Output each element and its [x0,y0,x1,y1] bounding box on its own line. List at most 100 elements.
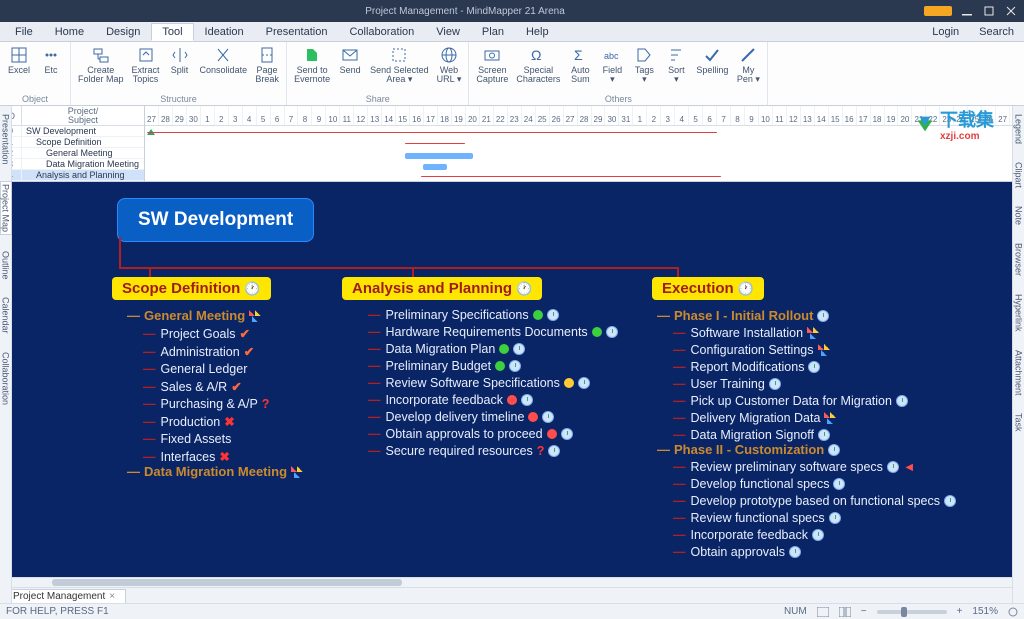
main-tab-ideation[interactable]: Ideation [194,23,255,41]
map-item[interactable]: —Administration ✔ [143,344,303,359]
document-tab[interactable]: Project Management× [2,589,126,603]
rail-outline[interactable]: Outline [1,249,11,282]
rail-hyperlink[interactable]: Hyperlink [1014,292,1024,334]
ribbon-send-selected[interactable]: Send Selected Area ▾ [367,44,432,87]
map-item[interactable]: —User Training [673,377,956,391]
main-tab-collaboration[interactable]: Collaboration [338,23,425,41]
main-tab-file[interactable]: File [4,23,44,41]
minimize-button[interactable] [960,4,974,18]
map-item[interactable]: —General Ledger [143,362,303,376]
rail-note[interactable]: Note [1014,204,1024,227]
map-item[interactable]: —Production ✖ [143,414,303,429]
ribbon-split[interactable]: Split [165,44,195,77]
rail-calendar[interactable]: Calendar [1,295,11,336]
map-item[interactable]: —Preliminary Specifications [368,308,618,322]
map-item[interactable]: —Secure required resources ? [368,444,618,458]
zoom-level[interactable]: 151% [972,606,998,617]
map-item[interactable]: —Develop prototype based on functional s… [673,494,956,508]
map-item[interactable]: —Data Migration Signoff [673,428,956,442]
map-item[interactable]: —Configuration Settings [673,343,956,357]
map-item[interactable]: —Software Installation [673,326,956,340]
branch-analysis-planning[interactable]: Analysis and Planning🕐 [342,277,542,300]
map-item[interactable]: —Delivery Migration Data [673,411,956,425]
ribbon-page-break[interactable]: Page Break [252,44,282,87]
root-node[interactable]: SW Development [117,198,314,242]
ribbon-my-pen[interactable]: My Pen ▾ [733,44,763,87]
ribbon-excel[interactable]: Excel [4,44,34,77]
map-item[interactable]: —Obtain approvals [673,545,956,559]
main-tab-tool[interactable]: Tool [151,23,193,41]
main-tab-presentation[interactable]: Presentation [255,23,339,41]
map-item[interactable]: —Project Goals ✔ [143,326,303,341]
group-title[interactable]: —Phase II - Customization [657,442,956,457]
ribbon-tags[interactable]: Tags ▾ [629,44,659,87]
map-item[interactable]: —Hardware Requirements Documents [368,325,618,339]
map-item[interactable]: —Review functional specs [673,511,956,525]
ribbon-consolidate[interactable]: Consolidate [197,44,251,77]
zoom-fit-icon[interactable] [1008,607,1018,617]
rail-clipart[interactable]: Clipart [1014,160,1024,190]
ribbon-etc[interactable]: Etc [36,44,66,77]
view-mode-icon-2[interactable] [839,607,851,617]
map-item[interactable]: —Report Modifications [673,360,956,374]
map-item[interactable]: —Sales & A/R ✔ [143,379,303,394]
zoom-out-icon[interactable]: − [861,606,867,617]
map-item[interactable]: —Data Migration Plan [368,342,618,356]
group-title[interactable]: —Data Migration Meeting [127,464,303,479]
ribbon-send[interactable]: Send [335,44,365,77]
gantt-row[interactable]: 1Scope Definition [0,137,144,148]
group-title[interactable]: —General Meeting [127,308,303,323]
zoom-slider[interactable] [877,610,947,614]
main-tab-design[interactable]: Design [95,23,151,41]
map-item[interactable]: —Develop functional specs [673,477,956,491]
map-item[interactable]: —Purchasing & A/P ? [143,397,303,411]
gantt-timeline[interactable]: 2728293012345678910111213141516171819202… [145,106,1024,181]
branch-scope-definition[interactable]: Scope Definition🕐 [112,277,271,300]
close-tab-icon[interactable]: × [109,591,115,602]
ribbon-auto-sum[interactable]: ΣAuto Sum [565,44,595,87]
maximize-button[interactable] [982,4,996,18]
main-tab-plan[interactable]: Plan [471,23,515,41]
rail-task[interactable]: Task [1014,411,1024,434]
map-item[interactable]: —Develop delivery timeline [368,410,618,424]
map-item[interactable]: —Obtain approvals to proceed [368,427,618,441]
main-tab-home[interactable]: Home [44,23,95,41]
ribbon-field[interactable]: abcField ▾ [597,44,627,87]
ribbon-screen-capture[interactable]: Screen Capture [473,44,511,87]
map-item[interactable]: —Review Software Specifications [368,376,618,390]
ribbon-sort[interactable]: Sort ▾ [661,44,691,87]
map-item[interactable]: —Incorporate feedback [368,393,618,407]
map-item[interactable]: —Interfaces ✖ [143,449,303,464]
gantt-row[interactable]: 3Data Migration Meeting [0,159,144,170]
branch-execution[interactable]: Execution🕐 [652,277,764,300]
ribbon-web-url[interactable]: Web URL ▾ [434,44,465,87]
map-item[interactable]: —Preliminary Budget [368,359,618,373]
rail-project-map[interactable]: Project Map [0,181,12,235]
rail-browser[interactable]: Browser [1014,241,1024,278]
ribbon-send-evernote[interactable]: Send to Evernote [291,44,333,87]
group-title[interactable]: —Phase I - Initial Rollout [657,308,956,323]
map-item[interactable]: —Pick up Customer Data for Migration [673,394,956,408]
login-link[interactable]: Login [922,24,969,40]
gantt-row[interactable]: 4Analysis and Planning [0,170,144,181]
rail-collaboration[interactable]: Collaboration [1,350,11,407]
main-tab-view[interactable]: View [425,23,471,41]
map-item[interactable]: —Review preliminary software specs ◄ [673,460,956,474]
gantt-row[interactable]: 2General Meeting [0,148,144,159]
mindmap-canvas[interactable]: SW Development Scope Definition🕐 —Genera… [12,182,1012,587]
ribbon-extract-topics[interactable]: Extract Topics [129,44,163,87]
view-mode-icon[interactable] [817,607,829,617]
rail-presentation[interactable]: Presentation [1,112,11,167]
rail-attachment[interactable]: Attachment [1014,348,1024,398]
main-tab-help[interactable]: Help [515,23,560,41]
gantt-row[interactable]: 0SW Development [0,126,144,137]
map-item[interactable]: —Incorporate feedback [673,528,956,542]
ribbon-spelling[interactable]: Spelling [693,44,731,77]
horizontal-scrollbar[interactable] [12,577,1012,587]
ribbon-special-chars[interactable]: ΩSpecial Characters [513,44,563,87]
close-button[interactable] [1004,4,1018,18]
zoom-in-icon[interactable]: + [957,606,963,617]
search-link[interactable]: Search [969,24,1024,40]
ribbon-create-folder-map[interactable]: Create Folder Map [75,44,127,87]
map-item[interactable]: —Fixed Assets [143,432,303,446]
